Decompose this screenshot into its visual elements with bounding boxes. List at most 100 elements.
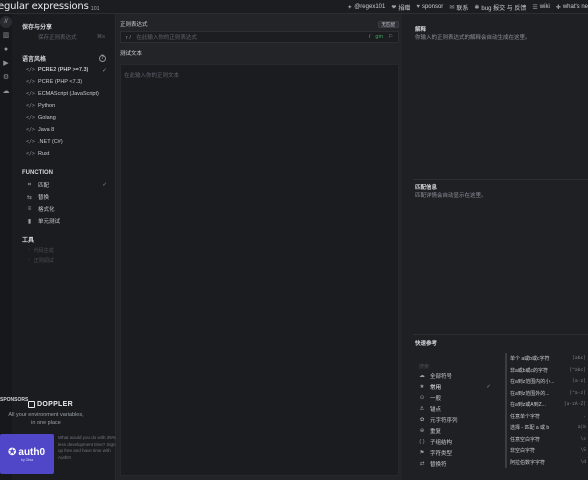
flavor-title-row: 语言风格 ?: [12, 52, 115, 64]
quick-reference-label: 选择 - 匹配 a 或 b: [510, 425, 550, 432]
function-item[interactable]: ≡ 格式化: [12, 203, 115, 215]
app-logo-icon[interactable]: //: [0, 16, 12, 28]
header-link[interactable]: ✉ 联系: [449, 3, 468, 12]
category-name: 一般: [430, 395, 442, 402]
account-icon[interactable]: ●: [0, 42, 12, 56]
flavor-item-label: </> Java 8: [26, 127, 54, 133]
category-item[interactable]: ⚑ 字符类型: [415, 447, 495, 458]
flavor-item[interactable]: </> .NET (C#): [12, 136, 115, 148]
quick-reference-item[interactable]: 非a或b或c的字符 [^abc]: [507, 365, 588, 377]
header-link-label: what's ne: [562, 4, 588, 10]
group-icon: ( ): [419, 438, 425, 445]
header-link[interactable]: ♥ sponsor: [416, 4, 443, 10]
flavor-item[interactable]: </> Rust: [12, 148, 115, 160]
doppler-tagline[interactable]: All your environment variables, in one p…: [6, 411, 86, 427]
function-name: 单元测试: [38, 219, 61, 225]
match-status-badge: 无匹配: [377, 20, 399, 28]
doppler-logo[interactable]: DOPPLER: [28, 401, 73, 408]
auth0-ad[interactable]: ✪ auth0 by Okta: [0, 434, 54, 474]
header-link[interactable]: ✚ what's ne: [556, 4, 588, 11]
quick-reference-item[interactable]: 任意空白字符 \s: [507, 434, 588, 446]
quick-reference-label: 在a到z范围内的小...: [510, 379, 555, 386]
header-link-label: 联系: [456, 5, 469, 12]
flavor-item[interactable]: </> Java 8: [12, 124, 115, 136]
divider: [413, 179, 588, 180]
function-item[interactable]: ⌗ 匹配 ✓: [12, 179, 115, 191]
category-item-label: ✿ 元字符序列: [419, 416, 458, 424]
category-item[interactable]: ✿ 元字符序列: [415, 414, 495, 425]
quick-reference-token: [abc]: [572, 356, 586, 362]
substitution-icon: ⇆: [26, 194, 33, 201]
regex-options-icon[interactable]: ⚐: [388, 34, 393, 40]
quick-reference-item[interactable]: 在a到z范围外的... [^a-z]: [507, 388, 588, 400]
test-string-input[interactable]: 在此输入你的正则文本: [120, 64, 399, 476]
donate-icon: ❤: [391, 4, 397, 11]
divider: [413, 334, 588, 335]
code-icon: </>: [26, 151, 36, 157]
save-regex-button[interactable]: 保存正则表达式 ⌘s: [12, 32, 115, 42]
flavor-item[interactable]: </> Golang: [12, 112, 115, 124]
quick-reference-item[interactable]: 任意单个字符.: [507, 411, 588, 423]
category-item-label: ⚓ 锚点: [419, 405, 441, 413]
flavor-item[interactable]: </> Python: [12, 100, 115, 112]
header-link[interactable]: ☰ wiki: [532, 4, 549, 11]
top-bar: egular expressions 101 ✦ @regex101 ❤ 捐赠 ♥ spon…: [0, 0, 588, 14]
quick-reference-item[interactable]: 阿拉伯数字字符 \d: [507, 457, 588, 469]
quick-reference-items: 单个 a或b或c字符 [abc] 非a或b或c的字符 [^abc] 在a到z范围内的小.…: [505, 353, 588, 468]
auth0-copy[interactable]: What would you do with 25% less developm…: [58, 435, 116, 461]
regex-flags[interactable]: gm: [375, 34, 383, 40]
tool-item[interactable]: ▫ 正则调试: [12, 255, 115, 265]
check-icon: ✓: [102, 182, 107, 188]
category-item[interactable]: ★ 常用 ✓: [415, 381, 495, 392]
category-name: 替换符: [430, 461, 447, 468]
category-item-label: ⚑ 字符类型: [419, 449, 452, 457]
category-item[interactable]: ⊙ 一般: [415, 392, 495, 403]
header-link[interactable]: ❤ 捐赠: [391, 3, 410, 12]
header-link[interactable]: ✦ @regex101: [347, 4, 385, 11]
flavor-item-label: </> ECMAScript (JavaScript): [26, 91, 99, 97]
video-icon[interactable]: ▶: [0, 56, 12, 70]
match-info-desc: 匹配详情会自动显示在这里。: [415, 193, 487, 199]
function-item-label: ▮ 单元测试: [26, 217, 61, 226]
quick-reference-item[interactable]: 在a到z或A到Z... [a-zA-Z]: [507, 399, 588, 411]
category-item[interactable]: ⊕ 重复: [415, 425, 495, 436]
quick-reference-item[interactable]: 非空白字符 \S: [507, 445, 588, 457]
quantifier-icon: ⊕: [419, 427, 425, 434]
code-icon: </>: [26, 91, 36, 97]
quick-reference-label: 任意空白字符: [510, 436, 541, 443]
flavor-item[interactable]: </> ECMAScript (JavaScript): [12, 88, 115, 100]
category-item[interactable]: ⚓ 锚点: [415, 403, 495, 414]
chat-icon[interactable]: ☁: [0, 84, 12, 98]
quick-reference-item[interactable]: 选择 - 匹配 a 或 b a|b: [507, 422, 588, 434]
brand-logo[interactable]: egular expressions 101: [0, 1, 100, 12]
doppler-mark-icon: [28, 401, 35, 408]
header-link-label: sponsor: [421, 4, 444, 10]
flavor-list: </> PCRE2 (PHP >=7.3) ✓ </> PCRE (PHP <7.3) <…: [12, 64, 115, 160]
function-item[interactable]: ⇆ 替换: [12, 191, 115, 203]
header-link[interactable]: ✱ bug 报交 与 反馈: [474, 3, 526, 12]
settings-icon[interactable]: ⚙: [0, 70, 12, 84]
quick-reference-token: [^a-z]: [569, 390, 586, 396]
category-item[interactable]: ⇄ 替换符: [415, 458, 495, 469]
save-share-title: 保存与分享: [22, 24, 53, 31]
help-icon[interactable]: ?: [99, 54, 106, 62]
tool-item[interactable]: ▫ 代码生成: [12, 245, 115, 255]
quick-reference-label: 在a到z范围外的...: [510, 390, 550, 397]
quick-reference-label: 单个 a或b或c字符: [510, 356, 550, 363]
function-item[interactable]: ▮ 单元测试: [12, 215, 115, 227]
category-item[interactable]: ( ) 子组结构: [415, 436, 495, 447]
flavor-item[interactable]: </> PCRE (PHP <7.3): [12, 76, 115, 88]
flavor-item-label: </> Golang: [26, 115, 56, 121]
match-info-section: 匹配信息 匹配详情会自动显示在这里。: [413, 182, 588, 200]
quick-reference-token: [a-z]: [572, 379, 586, 385]
category-item[interactable]: ☁ 全部符号: [415, 370, 495, 381]
quick-reference-item[interactable]: 在a到z范围内的小... [a-z]: [507, 376, 588, 388]
flavor-item[interactable]: </> PCRE2 (PHP >=7.3) ✓: [12, 64, 115, 76]
quick-reference-header: 快速参考: [413, 338, 588, 348]
quick-reference-item[interactable]: 单个 a或b或c字符 [abc]: [507, 353, 588, 365]
library-icon[interactable]: ▥: [0, 28, 12, 42]
flavor-title: 语言风格: [22, 56, 47, 63]
regex-input[interactable]: r / 在此输入你的正则表达式 / gm ⚐: [120, 31, 399, 43]
code-icon: </>: [26, 103, 36, 109]
check-icon: ✓: [101, 67, 107, 74]
